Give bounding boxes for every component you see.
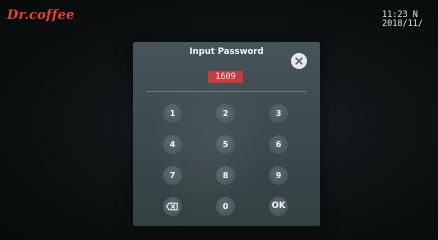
key-8[interactable]: 8 <box>216 166 235 185</box>
password-field[interactable]: 1609 <box>208 71 243 83</box>
divider <box>146 91 307 92</box>
close-icon <box>295 57 303 65</box>
key-3[interactable]: 3 <box>269 104 288 123</box>
key-2[interactable]: 2 <box>216 104 235 123</box>
close-button[interactable] <box>291 53 307 69</box>
key-5[interactable]: 5 <box>216 135 235 154</box>
clock-date: 2018/11/ <box>382 19 423 29</box>
clock-readout: 11:23 N 2018/11/ <box>382 11 438 29</box>
key-0[interactable]: 0 <box>216 197 235 216</box>
ok-button[interactable]: OK <box>269 197 288 216</box>
key-1[interactable]: 1 <box>163 104 182 123</box>
key-4[interactable]: 4 <box>163 135 182 154</box>
password-dialog: Input Password 1609 1 2 3 4 5 6 7 8 9 0 … <box>133 42 320 226</box>
backspace-button[interactable] <box>163 197 182 216</box>
brand-logo: Dr.coffee <box>7 8 75 23</box>
backspace-icon <box>166 202 178 211</box>
key-6[interactable]: 6 <box>269 135 288 154</box>
key-7[interactable]: 7 <box>163 166 182 185</box>
machine-screen: Dr.coffee 11:23 N 2018/11/ Input Passwor… <box>0 0 438 240</box>
key-9[interactable]: 9 <box>269 166 288 185</box>
